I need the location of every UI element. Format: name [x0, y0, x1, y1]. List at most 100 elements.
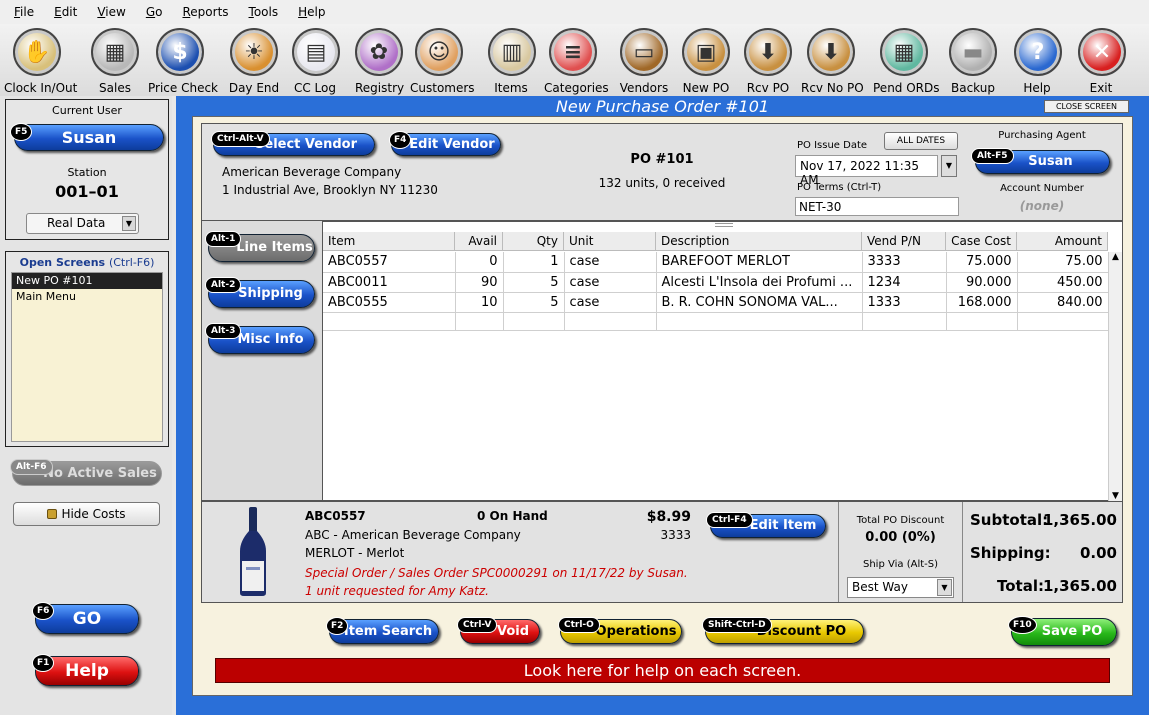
table-row[interactable]: [323, 312, 1109, 331]
col-avail[interactable]: Avail: [455, 232, 503, 250]
table-cell[interactable]: 90.000: [946, 272, 1018, 293]
col-amount[interactable]: Amount: [1017, 232, 1108, 250]
issue-date-field[interactable]: Nov 17, 2022 11:35 AM: [795, 155, 938, 187]
table-cell[interactable]: 1234: [862, 272, 947, 293]
table-cell[interactable]: BAREFOOT MERLOT: [656, 252, 863, 273]
empty-table-cell[interactable]: [1017, 312, 1109, 331]
col-case-cost[interactable]: Case Cost: [946, 232, 1017, 250]
menu-edit[interactable]: Edit: [46, 5, 85, 19]
col-qty[interactable]: Qty: [503, 232, 564, 250]
empty-table-cell[interactable]: [455, 312, 504, 331]
table-cell[interactable]: case: [564, 292, 657, 313]
toolbar-help-button[interactable]: ? Help: [1014, 28, 1062, 95]
account-number-label: Account Number: [1000, 183, 1084, 194]
toolbar-rcv-po-button[interactable]: ⬇ Rcv PO: [744, 28, 792, 95]
col-description[interactable]: Description: [656, 232, 862, 250]
document-icon: ▤: [292, 28, 340, 76]
scroll-down-icon[interactable]: ▼: [1109, 491, 1122, 501]
table-cell[interactable]: case: [564, 252, 657, 273]
table-cell[interactable]: 10: [455, 292, 504, 313]
grid-resize-handle[interactable]: [715, 223, 733, 227]
empty-table-cell[interactable]: [564, 312, 657, 331]
table-cell[interactable]: 1333: [862, 292, 947, 313]
toolbar-rcv-no-po-button[interactable]: ⬇ Rcv No PO: [801, 28, 864, 95]
detail-divider: [962, 502, 963, 602]
toolbar-sales-button[interactable]: ▦ Sales: [90, 28, 140, 95]
po-terms-field[interactable]: NET-30: [795, 197, 959, 216]
col-item[interactable]: Item: [323, 232, 455, 250]
table-cell[interactable]: case: [564, 272, 657, 293]
col-vend-pn[interactable]: Vend P/N: [862, 232, 946, 250]
empty-table-cell[interactable]: [946, 312, 1018, 331]
toolbar-cc-log-button[interactable]: ▤ CC Log: [292, 28, 340, 95]
col-unit[interactable]: Unit: [564, 232, 656, 250]
toolbar-price-check-button[interactable]: $ Price Check: [148, 28, 218, 95]
menu-help[interactable]: Help: [290, 5, 333, 19]
menu-view[interactable]: View: [89, 5, 133, 19]
toolbar-pend-ords-button[interactable]: ▦ Pend ORDs: [873, 28, 940, 95]
table-cell[interactable]: 840.00: [1017, 292, 1109, 313]
table-row[interactable]: ABC0011 90 5 case Alcesti L'Insola dei Profu…: [323, 272, 1109, 293]
table-cell[interactable]: B. R. COHN SONOMA VAL...: [656, 292, 863, 313]
table-cell[interactable]: 75.00: [1017, 252, 1109, 273]
open-screen-item[interactable]: Main Menu: [12, 289, 162, 305]
chevron-down-icon[interactable]: ▼: [937, 579, 952, 596]
table-cell[interactable]: ABC0557: [323, 252, 456, 273]
po-terms-label: PO Terms (Ctrl-T): [797, 182, 882, 193]
toolbar-categories-button[interactable]: ≡ Categories: [544, 28, 609, 95]
table-cell[interactable]: ABC0555: [323, 292, 456, 313]
open-screens-box: Open Screens (Ctrl-F6) New PO #101 Main …: [5, 251, 169, 447]
toolbar-day-end-button[interactable]: ☀ Day End: [228, 28, 280, 95]
table-cell[interactable]: 450.00: [1017, 272, 1109, 293]
menu-tools[interactable]: Tools: [241, 5, 287, 19]
toolbar-exit-button[interactable]: ✕ Exit: [1078, 28, 1126, 95]
table-cell[interactable]: 3333: [862, 252, 947, 273]
menu-reports[interactable]: Reports: [174, 5, 236, 19]
table-cell[interactable]: 1: [503, 252, 565, 273]
account-number-value: (none): [1019, 199, 1065, 213]
chevron-down-icon[interactable]: ▼: [122, 216, 136, 231]
lock-icon: [47, 509, 58, 519]
open-screens-hint: (Ctrl-F6): [108, 256, 155, 269]
scroll-up-icon[interactable]: ▲: [1109, 252, 1122, 262]
toolbar-label: Rcv PO: [746, 81, 790, 95]
empty-table-cell[interactable]: [656, 312, 863, 331]
window-title: New Purchase Order #101: [555, 97, 770, 116]
menu-file[interactable]: File: [6, 5, 42, 19]
table-row[interactable]: ABC0555 10 5 case B. R. COHN SONOMA VAL... 13…: [323, 292, 1109, 313]
close-screen-button[interactable]: CLOSE SCREEN: [1044, 100, 1129, 113]
grid-header: Item Avail Qty Unit Description Vend P/N…: [323, 232, 1108, 251]
current-user-button[interactable]: Susan: [14, 124, 164, 151]
toolbar-clock-in-out-button[interactable]: ✋ Clock In/Out: [4, 28, 77, 95]
table-cell[interactable]: ABC0011: [323, 272, 456, 293]
hide-costs-button[interactable]: Hide Costs: [13, 502, 160, 526]
empty-table-cell[interactable]: [862, 312, 947, 331]
ship-via-select[interactable]: Best Way ▼: [847, 577, 954, 598]
purchasing-agent-label: Purchasing Agent: [998, 130, 1086, 141]
open-screen-item[interactable]: New PO #101: [12, 273, 162, 289]
table-cell[interactable]: 168.000: [946, 292, 1018, 313]
toolbar-vendors-button[interactable]: ▭ Vendors: [619, 28, 669, 95]
toolbar-new-po-button[interactable]: ▣ New PO: [682, 28, 730, 95]
table-cell[interactable]: 75.000: [946, 252, 1018, 273]
toolbar-items-button[interactable]: ▥ Items: [488, 28, 536, 95]
table-cell[interactable]: 90: [455, 272, 504, 293]
gift-icon: ✿: [355, 28, 403, 76]
table-row[interactable]: ABC0557 0 1 case BAREFOOT MERLOT 3333 75.000 75…: [323, 252, 1109, 273]
grid-scrollbar[interactable]: ▲ ▼: [1108, 252, 1122, 501]
data-mode-select[interactable]: Real Data ▼: [26, 213, 139, 234]
toolbar: ✋ Clock In/Out ▦ Sales $ Price Check ☀ Day End ▤…: [0, 24, 1149, 96]
table-cell[interactable]: 5: [503, 272, 565, 293]
calendar-dropdown-icon[interactable]: ▼: [941, 155, 957, 177]
toolbar-registry-button[interactable]: ✿ Registry: [355, 28, 404, 95]
toolbar-label: Help: [1023, 81, 1051, 95]
all-dates-button[interactable]: ALL DATES: [884, 132, 958, 150]
empty-table-cell[interactable]: [323, 312, 456, 331]
table-cell[interactable]: 0: [455, 252, 504, 273]
table-cell[interactable]: 5: [503, 292, 565, 313]
empty-table-cell[interactable]: [503, 312, 565, 331]
menu-go[interactable]: Go: [138, 5, 171, 19]
table-cell[interactable]: Alcesti L'Insola dei Profumi ...: [656, 272, 863, 293]
toolbar-customers-button[interactable]: ☺ Customers: [410, 28, 475, 95]
detail-price: $8.99: [646, 509, 691, 525]
